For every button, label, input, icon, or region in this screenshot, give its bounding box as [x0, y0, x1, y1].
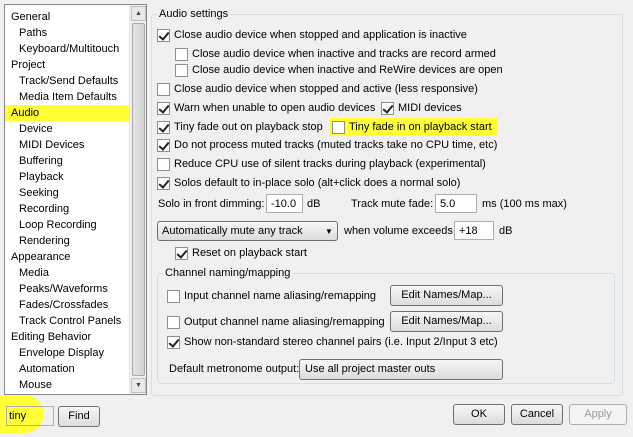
- reduce-cpu-label: Reduce CPU use of silent tracks during p…: [174, 158, 486, 170]
- close-device-option[interactable]: Close audio device when stopped and appl…: [157, 27, 467, 43]
- track-mute-fade-unit: ms (100 ms max): [482, 198, 567, 210]
- solos-inplace-option[interactable]: Solos default to in-place solo (alt+clic…: [157, 175, 460, 191]
- show-nonstandard-option[interactable]: Show non-standard stereo channel pairs (…: [167, 334, 498, 350]
- no-process-muted-label: Do not process muted tracks (muted track…: [174, 139, 498, 151]
- tree-scrollbar[interactable]: ▲ ▼: [129, 5, 146, 394]
- metronome-output-label: Default metronome output:: [169, 363, 300, 375]
- search-input[interactable]: [6, 406, 54, 426]
- close-inactive-record-checkbox[interactable]: [175, 47, 188, 61]
- auto-mute-select[interactable]: Automatically mute any track ▼: [157, 221, 338, 241]
- warn-unable-checkbox[interactable]: [157, 101, 170, 115]
- metronome-output-button[interactable]: Use all project master outs: [299, 359, 503, 380]
- edit-input-names-button[interactable]: Edit Names/Map...: [390, 285, 503, 306]
- tree-item-mouse[interactable]: Mouse: [5, 377, 129, 393]
- input-alias-checkbox[interactable]: [167, 289, 180, 303]
- tree-item-appearance[interactable]: Appearance: [5, 249, 129, 265]
- tiny-fade-out-option[interactable]: Tiny fade out on playback stop: [157, 119, 323, 135]
- chevron-down-icon: ▼: [325, 226, 333, 236]
- tree-item-envelope-display[interactable]: Envelope Display: [5, 345, 129, 361]
- channel-naming-title: Channel naming/mapping: [163, 266, 293, 280]
- close-inactive-rewire-label: Close audio device when inactive and ReW…: [192, 64, 503, 76]
- tree-item-track-send-defaults[interactable]: Track/Send Defaults: [5, 73, 129, 89]
- tree-item-media-item-defaults[interactable]: Media Item Defaults: [5, 89, 129, 105]
- warn-unable-label: Warn when unable to open audio devices: [174, 102, 376, 114]
- scroll-down-icon[interactable]: ▼: [131, 378, 146, 393]
- find-button[interactable]: Find: [58, 406, 100, 427]
- tiny-fade-out-checkbox[interactable]: [157, 120, 170, 134]
- scroll-up-icon[interactable]: ▲: [131, 6, 146, 21]
- solo-dim-label: Solo in front dimming:: [158, 198, 265, 210]
- tree-item-track-control-panels[interactable]: Track Control Panels: [5, 313, 129, 329]
- close-stopped-active-option[interactable]: Close audio device when stopped and acti…: [157, 81, 478, 97]
- reduce-cpu-checkbox[interactable]: [157, 157, 170, 171]
- reduce-cpu-option[interactable]: Reduce CPU use of silent tracks during p…: [157, 156, 486, 172]
- output-alias-checkbox[interactable]: [167, 315, 180, 329]
- tree-item-keyboard-multitouch[interactable]: Keyboard/Multitouch: [5, 41, 129, 57]
- tree-item-midi-devices[interactable]: MIDI Devices: [5, 137, 129, 153]
- tree-item-peaks-waveforms[interactable]: Peaks/Waveforms: [5, 281, 129, 297]
- reset-playback-checkbox[interactable]: [175, 246, 188, 260]
- apply-button[interactable]: Apply: [569, 404, 627, 425]
- midi-devices-label: MIDI devices: [398, 102, 462, 114]
- tree-item-recording[interactable]: Recording: [5, 201, 129, 217]
- tree-item-automation[interactable]: Automation: [5, 361, 129, 377]
- tiny-fade-in-label: Tiny fade in on playback start: [349, 121, 492, 133]
- tree-item-editing-behavior[interactable]: Editing Behavior: [5, 329, 129, 345]
- tiny-fade-in-option[interactable]: Tiny fade in on playback start: [330, 118, 498, 136]
- audio-settings-title: Audio settings: [157, 7, 231, 21]
- tree-item-playback[interactable]: Playback: [5, 169, 129, 185]
- cancel-button[interactable]: Cancel: [511, 404, 563, 425]
- solo-dim-unit: dB: [307, 198, 321, 210]
- reset-playback-label: Reset on playback start: [192, 247, 307, 259]
- output-alias-option[interactable]: Output channel name aliasing/remapping: [167, 314, 385, 330]
- tree-item-loop-recording[interactable]: Loop Recording: [5, 217, 129, 233]
- close-inactive-rewire-checkbox[interactable]: [175, 63, 188, 77]
- close-device-label: Close audio device when stopped and appl…: [174, 29, 467, 41]
- auto-mute-select-value: Automatically mute any track: [162, 225, 303, 237]
- tree-item-buffering[interactable]: Buffering: [5, 153, 129, 169]
- tree-item-seeking[interactable]: Seeking: [5, 185, 129, 201]
- volume-exceeds-unit: dB: [499, 225, 513, 237]
- tiny-fade-in-checkbox[interactable]: [332, 120, 345, 134]
- reset-playback-option[interactable]: Reset on playback start: [175, 245, 307, 261]
- close-inactive-record-option[interactable]: Close audio device when inactive and tra…: [175, 46, 496, 62]
- close-stopped-active-label: Close audio device when stopped and acti…: [174, 83, 478, 95]
- tree-item-project[interactable]: Project: [5, 57, 129, 73]
- midi-devices-checkbox[interactable]: [381, 101, 394, 115]
- close-inactive-record-label: Close audio device when inactive and tra…: [192, 48, 496, 60]
- settings-tree[interactable]: General Paths Keyboard/Multitouch Project Tr…: [4, 4, 147, 395]
- input-alias-option[interactable]: Input channel name aliasing/remapping: [167, 288, 376, 304]
- input-alias-label: Input channel name aliasing/remapping: [184, 290, 377, 302]
- volume-exceeds-input[interactable]: [454, 221, 494, 240]
- solo-dim-input[interactable]: [266, 194, 303, 213]
- track-mute-fade-input[interactable]: [435, 194, 477, 213]
- tree-item-paths[interactable]: Paths: [5, 25, 129, 41]
- no-process-muted-option[interactable]: Do not process muted tracks (muted track…: [157, 137, 497, 153]
- tree-item-rendering[interactable]: Rendering: [5, 233, 129, 249]
- volume-exceeds-label: when volume exceeds: [344, 225, 453, 237]
- close-stopped-active-checkbox[interactable]: [157, 82, 170, 96]
- midi-devices-option[interactable]: MIDI devices: [381, 100, 462, 116]
- tree-item-device[interactable]: Device: [5, 121, 129, 137]
- tree-item-general[interactable]: General: [5, 9, 129, 25]
- tree-list: General Paths Keyboard/Multitouch Project Tr…: [5, 9, 129, 393]
- tree-item-fades-crossfades[interactable]: Fades/Crossfades: [5, 297, 129, 313]
- solos-inplace-label: Solos default to in-place solo (alt+clic…: [174, 177, 461, 189]
- scrollbar-thumb[interactable]: [132, 23, 145, 376]
- close-device-checkbox[interactable]: [157, 28, 170, 42]
- close-inactive-rewire-option[interactable]: Close audio device when inactive and ReW…: [175, 62, 503, 78]
- tiny-fade-out-label: Tiny fade out on playback stop: [174, 121, 323, 133]
- track-mute-fade-label: Track mute fade:: [351, 198, 434, 210]
- edit-output-names-button[interactable]: Edit Names/Map...: [390, 311, 503, 332]
- tree-item-media[interactable]: Media: [5, 265, 129, 281]
- solos-inplace-checkbox[interactable]: [157, 176, 170, 190]
- show-nonstandard-checkbox[interactable]: [167, 335, 180, 349]
- no-process-muted-checkbox[interactable]: [157, 138, 170, 152]
- warn-unable-option[interactable]: Warn when unable to open audio devices: [157, 100, 375, 116]
- show-nonstandard-label: Show non-standard stereo channel pairs (…: [184, 336, 498, 348]
- tree-item-audio[interactable]: Audio: [5, 105, 129, 121]
- ok-button[interactable]: OK: [453, 404, 505, 425]
- output-alias-label: Output channel name aliasing/remapping: [184, 316, 385, 328]
